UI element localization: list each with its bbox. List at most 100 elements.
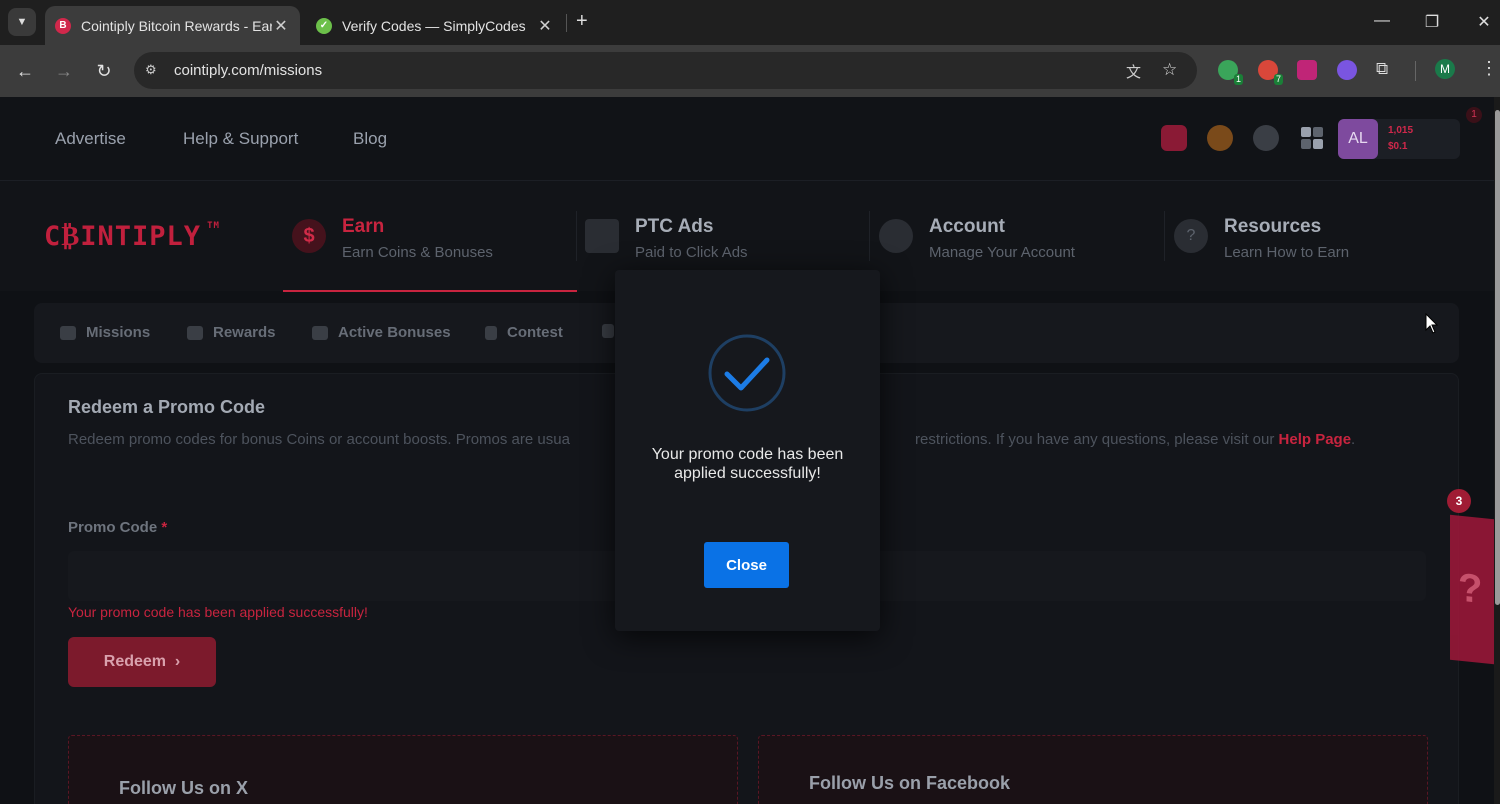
extension-red-icon[interactable]: 7 [1258, 60, 1283, 85]
logo-text: C₿INTIPLY [44, 221, 202, 252]
close-window-button[interactable]: ✕ [1474, 12, 1494, 32]
forward-button[interactable]: → [51, 58, 77, 84]
extension-badge: 1 [1233, 74, 1243, 85]
promo-status-message: Your promo code has been applied success… [68, 604, 368, 620]
url-text: cointiply.com/missions [174, 62, 323, 79]
nav-subtitle: Learn How to Earn [1224, 244, 1350, 261]
nav-subtitle: Paid to Click Ads [635, 244, 748, 261]
user-balance-chip[interactable]: AL 1,015 $0.1 [1338, 119, 1460, 159]
description-suffix: . [1351, 431, 1356, 448]
profile-avatar[interactable]: M [1435, 59, 1455, 79]
tab-search-button[interactable]: ▼ [8, 8, 36, 36]
card-description-end: restrictions. If you have any questions,… [915, 431, 1355, 448]
diamond-icon [60, 325, 76, 340]
tab-simplycodes[interactable]: ✓ Verify Codes — SimplyCodes ✕ [306, 6, 564, 45]
reload-button[interactable]: ↻ [91, 58, 117, 84]
scrollbar-thumb[interactable] [1495, 110, 1500, 605]
top-navigation: Advertise Help & Support Blog AL 1,015 $… [0, 97, 1494, 181]
new-tab-button[interactable]: + [576, 10, 588, 33]
redeem-button[interactable]: Redeem › [68, 637, 216, 687]
rocket-icon [312, 325, 328, 340]
modal-message: Your promo code has been applied success… [651, 446, 844, 482]
ublock-icon[interactable] [1297, 60, 1317, 80]
extension-badge: 7 [1273, 74, 1283, 85]
extension-green-icon[interactable]: 1 [1218, 60, 1243, 85]
help-page-link[interactable]: Help Page [1279, 431, 1352, 448]
promo-code-label: Promo Code * [68, 519, 167, 536]
address-bar[interactable]: ⚙ cointiply.com/missions 文 ☆ [134, 52, 1197, 89]
help-support-link[interactable]: Help & Support [183, 129, 298, 149]
mouse-cursor-icon [1425, 313, 1439, 334]
subtab-label: Contest [507, 324, 563, 341]
advertise-link[interactable]: Advertise [55, 129, 126, 149]
close-tab-icon[interactable]: ✕ [272, 16, 290, 36]
nav-title: Resources [1224, 216, 1322, 237]
nav-earn[interactable]: $ Earn Earn Coins & Bonuses [284, 181, 576, 291]
simplycodes-icon: ✓ [316, 17, 332, 34]
chat-icon[interactable] [1253, 125, 1279, 151]
user-avatar[interactable]: AL [1338, 119, 1378, 159]
toolbar-divider [1415, 61, 1416, 81]
required-marker: * [161, 519, 168, 536]
close-tab-icon[interactable]: ✕ [536, 16, 554, 36]
subtab-contest[interactable]: Contest [485, 324, 563, 341]
bookmark-star-icon[interactable]: ☆ [1162, 60, 1177, 80]
browser-menu-icon[interactable]: ⋮ [1480, 58, 1498, 79]
trophy-icon [485, 325, 497, 340]
timer-bonus-icon[interactable] [1207, 125, 1233, 151]
checkmark-circle-icon [708, 334, 786, 412]
blog-link[interactable]: Blog [353, 129, 387, 149]
follow-x-card[interactable]: Follow Us on X [68, 735, 738, 804]
close-button[interactable]: Close [704, 542, 789, 588]
translate-icon[interactable]: 文 [1126, 61, 1141, 82]
nav-subtitle: Earn Coins & Bonuses [342, 244, 493, 261]
extensions-puzzle-icon[interactable]: ⧉ [1376, 59, 1388, 79]
subtab-rewards[interactable]: Rewards [187, 324, 276, 341]
calendar-icon [187, 325, 203, 340]
flag-icon [602, 324, 614, 338]
cointiply-icon: B [55, 17, 71, 34]
site-settings-icon[interactable]: ⚙ [145, 63, 161, 77]
browser-toolbar: ← → ↻ ⚙ cointiply.com/missions 文 ☆ 1 7 ⧉… [0, 45, 1500, 97]
subtab-active-bonuses[interactable]: Active Bonuses [312, 324, 451, 341]
cursor-click-icon [585, 219, 619, 253]
apps-grid-icon[interactable] [1299, 125, 1325, 151]
side-widget-badge: 3 [1447, 489, 1471, 513]
nav-title: Account [929, 216, 1005, 237]
nav-divider [869, 211, 870, 261]
subtab-missions[interactable]: Missions [60, 324, 150, 341]
card-description: Redeem promo codes for bonus Coins or ac… [68, 431, 570, 448]
question-mark-icon: ? [1458, 565, 1483, 613]
chevron-right-icon: › [174, 653, 181, 670]
subtab-label: Rewards [213, 324, 276, 341]
minimize-button[interactable]: — [1372, 12, 1392, 30]
redeem-label: Redeem [103, 653, 167, 670]
nav-resources[interactable]: ? Resources Learn How to Earn [1166, 181, 1458, 291]
extension-purple-icon[interactable] [1337, 60, 1357, 80]
nav-subtitle: Manage Your Account [929, 244, 1075, 261]
follow-title: Follow Us on X [119, 778, 248, 798]
mystery-side-widget[interactable]: ? [1450, 514, 1494, 665]
nav-title: Earn [342, 216, 385, 237]
mystery-box-icon[interactable] [1161, 125, 1187, 151]
back-button[interactable]: ← [12, 58, 38, 84]
success-modal: Your promo code has been applied success… [615, 270, 880, 631]
tab-cointiply[interactable]: B Cointiply Bitcoin Rewards - Earn ✕ [45, 6, 300, 45]
balance-info: 1,015 $0.1 [1388, 123, 1413, 155]
cointiply-logo[interactable]: C₿INTIPLY TM [44, 221, 220, 252]
nav-account[interactable]: Account Manage Your Account [871, 181, 1163, 291]
trademark: TM [207, 221, 220, 231]
tab-title: Cointiply Bitcoin Rewards - Earn [81, 17, 272, 34]
nav-divider [1164, 211, 1165, 261]
dollar-icon: $ [292, 219, 326, 253]
active-nav-underline [283, 290, 577, 292]
tab-divider [566, 14, 567, 32]
follow-facebook-card[interactable]: Follow Us on Facebook [758, 735, 1428, 804]
browser-tab-strip: ▼ B Cointiply Bitcoin Rewards - Earn ✕ ✓… [0, 0, 1500, 45]
subtab-label: Missions [86, 324, 151, 341]
usd-balance: $0.1 [1388, 141, 1408, 152]
follow-title: Follow Us on Facebook [809, 773, 1011, 793]
coin-count: 1,015 [1388, 125, 1414, 136]
restore-button[interactable]: ❐ [1422, 12, 1442, 32]
notification-badge[interactable]: 1 [1466, 107, 1482, 123]
